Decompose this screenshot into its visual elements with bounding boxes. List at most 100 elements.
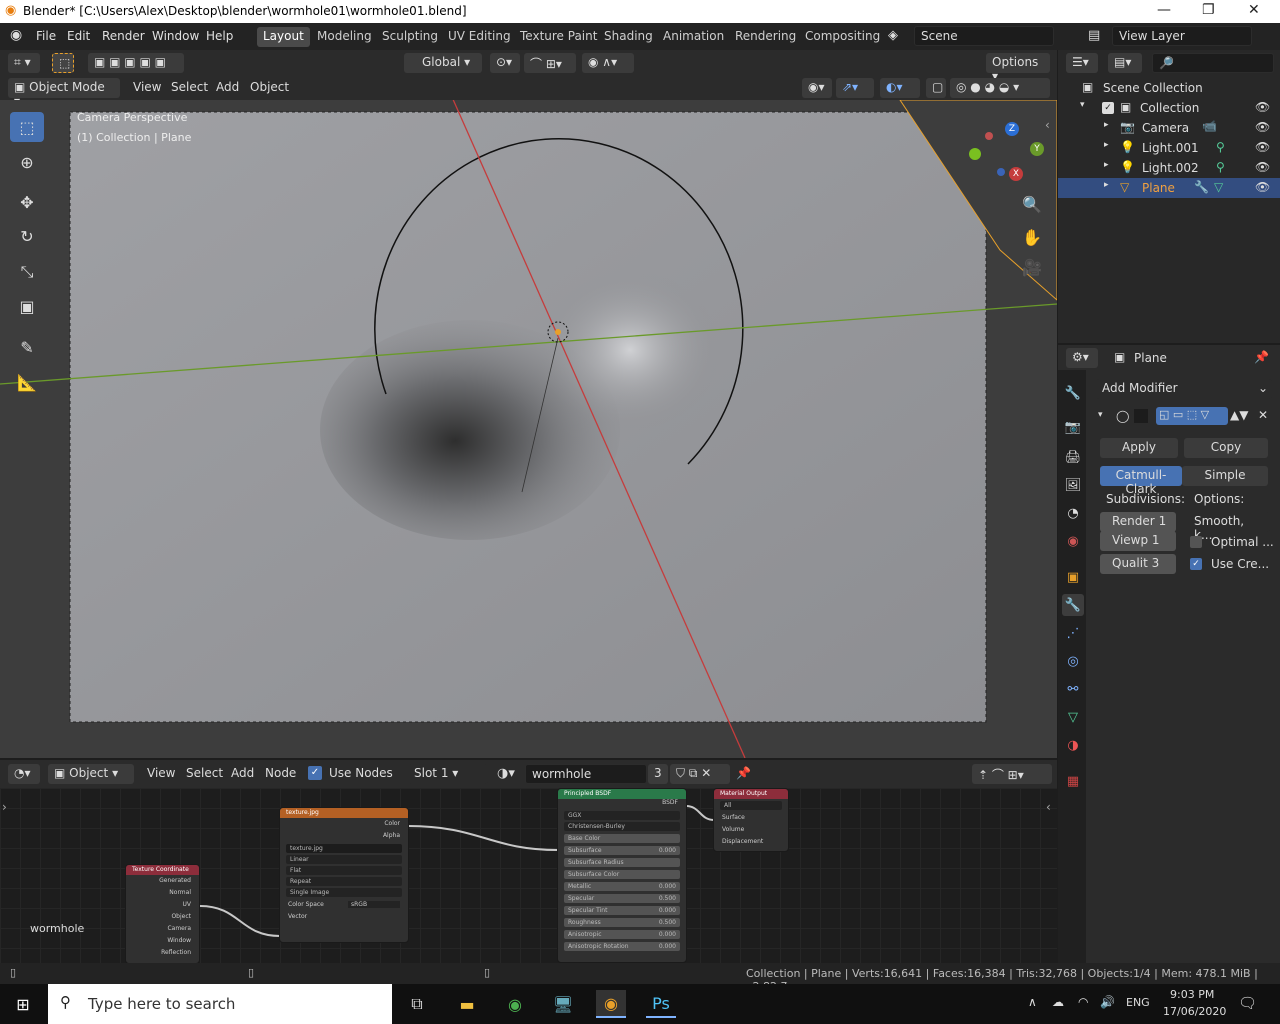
pivot-icon[interactable]: ⊙▾ [490, 53, 520, 73]
particles-tab-icon[interactable]: ⋰ [1062, 622, 1084, 644]
viewport-menu-add[interactable]: Add [211, 78, 244, 98]
scene-selector[interactable]: Scene [914, 26, 1054, 46]
menu-window[interactable]: Window [152, 29, 199, 43]
bsdf-input-row[interactable]: Specular 0.500 [564, 894, 680, 903]
app-icon[interactable]: 🖥 [548, 990, 578, 1018]
editor-type-icon[interactable]: ⌗ ▾ [8, 53, 40, 73]
menu-help[interactable]: Help [206, 29, 233, 43]
material-tab-icon[interactable]: ◑ [1062, 734, 1084, 756]
overlay-toggle-icon[interactable]: ◐▾ [880, 78, 920, 98]
move-up-down-icon[interactable]: ▲▼ [1230, 408, 1248, 422]
windows-start-icon[interactable]: ⊞ [8, 990, 38, 1018]
scale-tool-icon[interactable]: ⤡ [10, 257, 44, 287]
selection-mode-icons[interactable]: ▣ ▣ ▣ ▣ ▣ [88, 53, 184, 73]
modifier-header[interactable]: ▾ ◯ ◱ ▭ ⬚ ▽ ▲▼ ✕ [1096, 407, 1272, 427]
material-browse-icon[interactable]: ◑▾ [497, 766, 515, 781]
measure-tool-icon[interactable]: 📐 [10, 367, 44, 397]
quality-field[interactable]: Qualit 3 [1100, 554, 1176, 574]
image-texture-node[interactable]: texture.jpg Color Alpha texture.jpg Line… [279, 807, 409, 943]
slot-dropdown[interactable]: Slot 1 ▾ [408, 764, 488, 784]
viewport-menu-select[interactable]: Select [166, 78, 213, 98]
pin-icon[interactable]: 📌 [1254, 350, 1269, 364]
outliner-item-plane[interactable]: ▸ ▽ Plane 🔧 ▽ 👁 [1058, 178, 1280, 198]
texture-coordinate-node[interactable]: Texture Coordinate Generated Normal UV Obje… [125, 864, 200, 963]
select-box-icon[interactable]: ⬚ [52, 53, 74, 73]
node-menu-view[interactable]: View [142, 764, 180, 784]
language-indicator[interactable]: ENG [1126, 996, 1150, 1009]
shading-mode-icons[interactable]: ◎ ● ◕ ◒ ▾ [950, 78, 1050, 98]
node-editor-type-icon[interactable]: ◔▾ [8, 764, 40, 784]
gizmo-neg-z[interactable] [997, 168, 1005, 176]
use-creases-checkbox[interactable]: ✓ [1190, 558, 1202, 570]
expand-icon[interactable]: ▸ [1104, 180, 1109, 190]
onedrive-icon[interactable]: ☁ [1052, 995, 1064, 1009]
clock-date[interactable]: 17/06/2020 [1163, 1005, 1226, 1018]
interpolation-dropdown[interactable]: Linear [286, 855, 402, 864]
tab-sculpting[interactable]: Sculpting [376, 27, 444, 47]
node-menu-node[interactable]: Node [260, 764, 301, 784]
collapse-icon[interactable]: ▾ [1098, 410, 1103, 420]
transform-tool-icon[interactable]: ▣ [10, 291, 44, 321]
material-output-node[interactable]: Material Output All Surface Volume Displ… [713, 788, 789, 852]
node-menu-select[interactable]: Select [181, 764, 228, 784]
visibility-eye-icon[interactable]: 👁 [1255, 180, 1270, 194]
scene-tab-icon[interactable]: ◔ [1062, 502, 1084, 524]
gizmo-z[interactable]: Z [1005, 122, 1019, 136]
visibility-eye-icon[interactable]: 👁 [1255, 160, 1270, 174]
outliner-item-light001[interactable]: ▸ 💡 Light.001 ⚲ 👁 [1058, 138, 1280, 158]
visibility-eye-icon[interactable]: 👁 [1255, 120, 1270, 134]
world-tab-icon[interactable]: ◉ [1062, 530, 1084, 552]
zoom-icon[interactable]: 🔍 [1022, 195, 1042, 214]
task-view-icon[interactable]: ⧉ [402, 990, 432, 1018]
pin-icon[interactable]: 📌 [736, 766, 751, 780]
tab-animation[interactable]: Animation [657, 27, 730, 47]
modifier-tab-icon[interactable]: 🔧 [1062, 594, 1084, 616]
optimal-display-checkbox[interactable] [1190, 536, 1202, 548]
volume-icon[interactable]: 🔊 [1100, 995, 1115, 1009]
cursor-tool-icon[interactable]: ⊕ [10, 147, 44, 177]
projection-dropdown[interactable]: Flat [286, 866, 402, 875]
toolbar-toggle-icon[interactable]: › [2, 800, 7, 814]
blender-taskbar-icon[interactable]: ◉ [596, 990, 626, 1018]
select-tool-icon[interactable]: ⬚ [10, 112, 44, 142]
constraints-tab-icon[interactable]: ⚯ [1062, 678, 1084, 700]
bsdf-input-row[interactable]: Subsurface 0.000 [564, 846, 680, 855]
close-icon[interactable]: ✕ [1248, 2, 1260, 18]
display-mode-icon[interactable]: ▤▾ [1108, 53, 1142, 73]
modifier-visibility-toggles[interactable]: ◱ ▭ ⬚ ▽ [1156, 407, 1228, 425]
material-users-count[interactable]: 3 [648, 764, 668, 784]
uv-smooth-dropdown[interactable]: Smooth, k... [1188, 512, 1270, 542]
shader-type-dropdown[interactable]: ▣ Object ▾ [48, 764, 134, 784]
node-menu-add[interactable]: Add [226, 764, 259, 784]
navigation-gizmo[interactable]: Z Y X [985, 120, 1045, 184]
3d-viewport[interactable]: Camera Perspective (1) Collection | Plan… [0, 100, 1057, 758]
menu-file[interactable]: File [36, 29, 56, 43]
sidebar-toggle-icon[interactable]: ‹ [1045, 118, 1050, 132]
view-layer-tab-icon[interactable]: 🖼 [1062, 474, 1084, 496]
bsdf-input-row[interactable]: Anisotropic 0.000 [564, 930, 680, 939]
bsdf-input-row[interactable]: Roughness 0.500 [564, 918, 680, 927]
tab-shading[interactable]: Shading [598, 27, 659, 47]
network-icon[interactable]: ◠ [1078, 995, 1088, 1009]
material-name-field[interactable]: wormhole [525, 764, 647, 784]
tab-uv-editing[interactable]: UV Editing [442, 27, 517, 47]
gizmo-x[interactable]: X [1009, 167, 1023, 181]
catmull-clark-button[interactable]: Catmull-Clark [1100, 466, 1182, 496]
outliner-item-light002[interactable]: ▸ 💡 Light.002 ⚲ 👁 [1058, 158, 1280, 178]
outliner-search-input[interactable]: 🔎 [1152, 53, 1274, 73]
options-dropdown[interactable]: Options ▾ [986, 53, 1050, 83]
transform-orientation-dropdown[interactable]: Global ▾ [404, 53, 482, 73]
bsdf-input-row[interactable]: Anisotropic Rotation 0.000 [564, 942, 680, 951]
target-dropdown[interactable]: All [720, 801, 782, 810]
camera-view-icon[interactable]: 🎥 [1022, 258, 1042, 277]
source-dropdown[interactable]: Single Image [286, 888, 402, 897]
remove-modifier-icon[interactable]: ✕ [1258, 408, 1268, 422]
texture-tab-icon[interactable]: ▦ [1062, 770, 1084, 792]
output-tab-icon[interactable]: 🖨 [1062, 446, 1084, 468]
render-levels-field[interactable]: Render 1 [1100, 512, 1176, 532]
mode-dropdown[interactable]: ▣ Object Mode ▾ [8, 78, 120, 108]
viewport-levels-field[interactable]: Viewp 1 [1100, 531, 1176, 551]
move-tool-icon[interactable]: ✥ [10, 187, 44, 217]
view-layer-icon[interactable]: ▤ [1088, 28, 1100, 43]
light-data-icon[interactable]: ⚲ [1216, 160, 1225, 174]
